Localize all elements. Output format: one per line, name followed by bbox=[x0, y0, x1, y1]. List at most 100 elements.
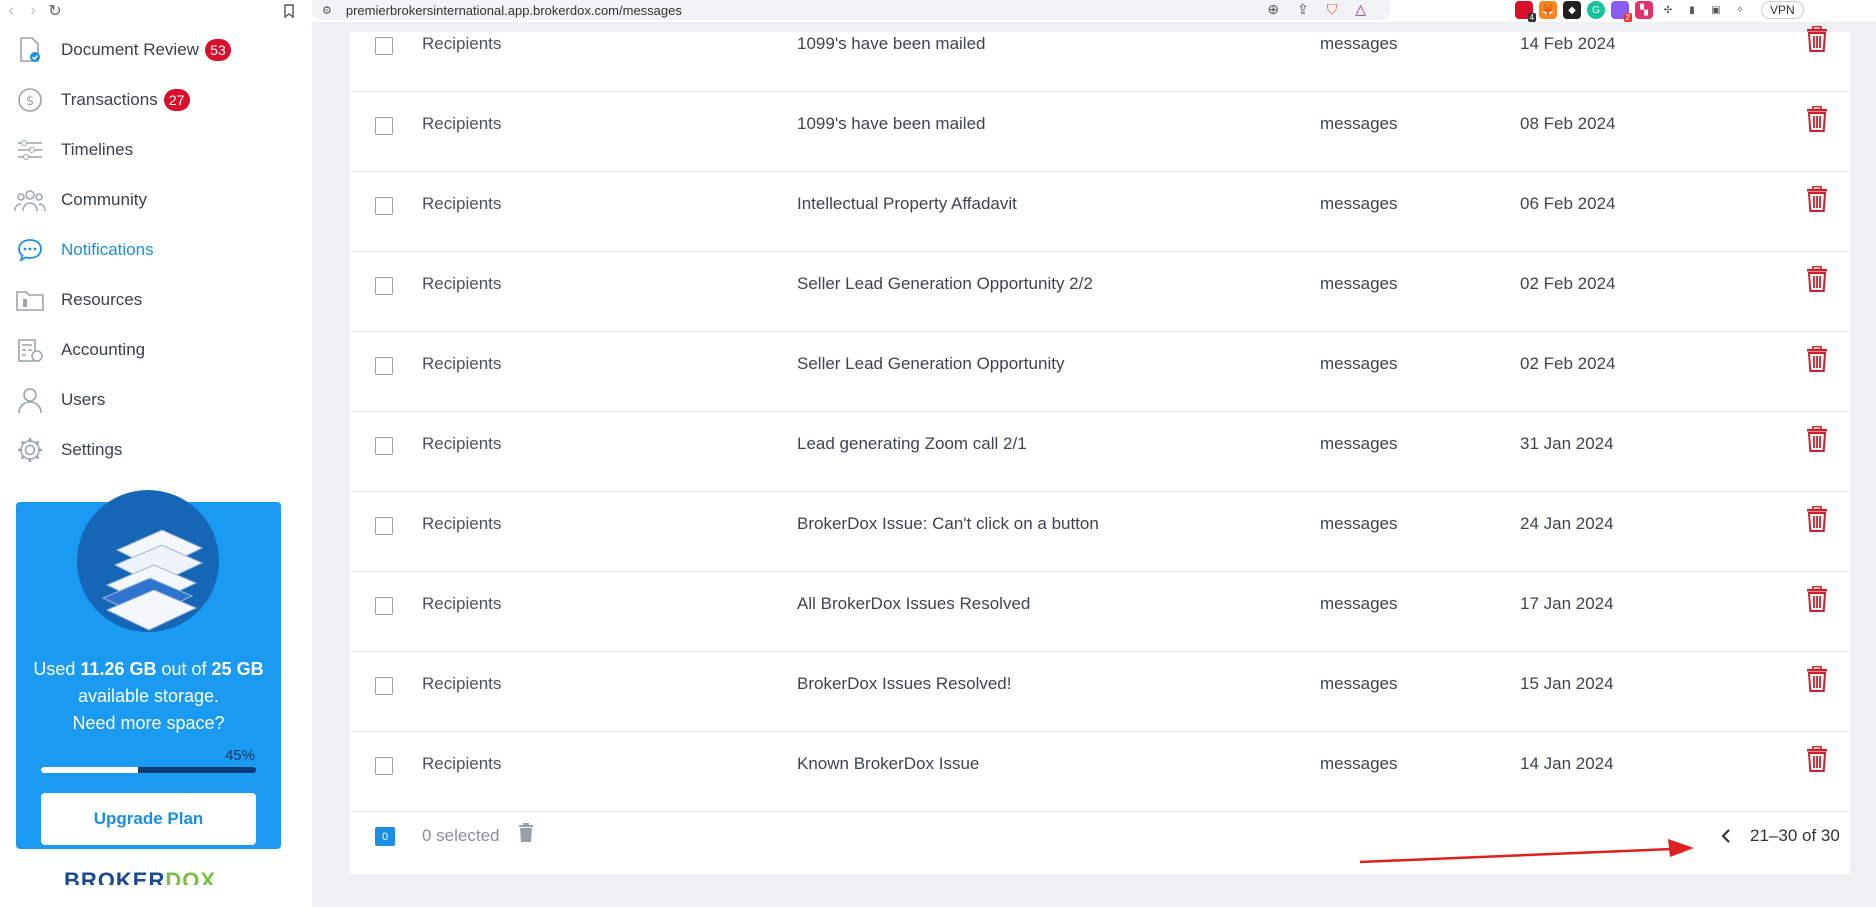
delete-icon[interactable] bbox=[1806, 505, 1828, 532]
table-footer: 0 0 selected 21–30 of 30 bbox=[350, 810, 1850, 862]
storage-usage-card: Used 11.26 GB out of 25 GB available sto… bbox=[16, 490, 281, 849]
table-row[interactable]: Recipients BrokerDox Issue: Can't click o… bbox=[350, 492, 1850, 572]
recipient-cell: Recipients bbox=[422, 434, 502, 453]
bookmark-icon[interactable] bbox=[278, 0, 300, 22]
row-checkbox[interactable] bbox=[375, 277, 393, 295]
delete-icon[interactable] bbox=[1806, 105, 1828, 132]
user-icon bbox=[14, 384, 46, 416]
folder-icon bbox=[14, 284, 46, 316]
row-checkbox[interactable] bbox=[375, 597, 393, 615]
type-cell: messages bbox=[1320, 514, 1398, 533]
messages-table: Recipients 1099's have been mailed message… bbox=[350, 25, 1850, 874]
table-row[interactable]: Recipients Lead generating Zoom call 2/1 m… bbox=[350, 412, 1850, 492]
svg-text:$: $ bbox=[26, 94, 34, 109]
table-row[interactable]: Recipients 1099's have been mailed message… bbox=[350, 12, 1850, 92]
brokerdox-logo: BROKERDOX bbox=[64, 868, 216, 885]
sidebar-item-notifications[interactable]: Notifications bbox=[14, 230, 304, 270]
sidebar-item-label: Settings bbox=[61, 440, 123, 459]
site-settings-icon[interactable]: ⚙ bbox=[322, 4, 332, 17]
storage-suffix: available storage. bbox=[77, 686, 220, 706]
storage-progress-fill bbox=[41, 767, 138, 773]
row-checkbox[interactable] bbox=[375, 437, 393, 455]
recipient-cell: Recipients bbox=[422, 114, 502, 133]
subject-cell[interactable]: Seller Lead Generation Opportunity 2/2 bbox=[797, 274, 1093, 294]
row-checkbox[interactable] bbox=[375, 677, 393, 695]
row-checkbox[interactable] bbox=[375, 37, 393, 55]
forward-icon[interactable]: › bbox=[22, 0, 44, 22]
delete-icon[interactable] bbox=[1806, 665, 1828, 692]
type-cell: messages bbox=[1320, 194, 1398, 213]
timeline-icon bbox=[14, 134, 46, 166]
sidebar-item-label: Community bbox=[61, 190, 147, 209]
type-cell: messages bbox=[1320, 34, 1398, 53]
delete-icon[interactable] bbox=[1806, 185, 1828, 212]
sidebar-item-transactions[interactable]: $ Transactions 27 bbox=[14, 80, 304, 120]
subject-cell[interactable]: All BrokerDox Issues Resolved bbox=[797, 594, 1030, 614]
row-checkbox[interactable] bbox=[375, 757, 393, 775]
subject-cell[interactable]: BrokerDox Issues Resolved! bbox=[797, 674, 1011, 694]
upgrade-plan-button[interactable]: Upgrade Plan bbox=[41, 793, 256, 845]
type-cell: messages bbox=[1320, 274, 1398, 293]
sidebar-item-label: Document Review bbox=[61, 40, 199, 59]
back-icon[interactable]: ‹ bbox=[0, 0, 22, 22]
subject-cell[interactable]: BrokerDox Issue: Can't click on a button bbox=[797, 514, 1099, 534]
date-cell: 14 Feb 2024 bbox=[1520, 34, 1616, 53]
sidebar-item-label: Users bbox=[61, 390, 106, 409]
community-icon bbox=[14, 184, 46, 216]
table-row[interactable]: Recipients Seller Lead Generation Opportu… bbox=[350, 252, 1850, 332]
sidebar-item-resources[interactable]: Resources bbox=[14, 280, 304, 320]
storage-total-value: 25 GB bbox=[211, 659, 264, 679]
subject-cell[interactable]: 1099's have been mailed bbox=[797, 114, 986, 134]
recipient-cell: Recipients bbox=[422, 34, 502, 53]
row-checkbox[interactable] bbox=[375, 517, 393, 535]
storage-percent-label: 45% bbox=[224, 747, 255, 764]
table-row[interactable]: Recipients All BrokerDox Issues Resolved m… bbox=[350, 572, 1850, 652]
row-checkbox[interactable] bbox=[375, 357, 393, 375]
bulk-delete-icon[interactable] bbox=[518, 823, 536, 845]
table-row[interactable]: Recipients Intellectual Property Affadavi… bbox=[350, 172, 1850, 252]
sidebar-item-label: Notifications bbox=[61, 240, 154, 259]
logo-text-part2: DOX bbox=[165, 868, 217, 885]
storage-usage-text: Used 11.26 GB out of 25 GB available sto… bbox=[26, 656, 271, 737]
subject-cell[interactable]: 1099's have been mailed bbox=[797, 34, 986, 54]
sidebar-item-settings[interactable]: Settings bbox=[14, 430, 304, 470]
subject-cell[interactable]: Intellectual Property Affadavit bbox=[797, 194, 1017, 214]
date-cell: 24 Jan 2024 bbox=[1520, 514, 1614, 533]
subject-cell[interactable]: Known BrokerDox Issue bbox=[797, 754, 979, 774]
storage-used-value: 11.26 GB bbox=[80, 659, 157, 679]
delete-icon[interactable] bbox=[1806, 745, 1828, 772]
dollar-icon: $ bbox=[14, 84, 46, 116]
row-checkbox[interactable] bbox=[375, 197, 393, 215]
delete-icon[interactable] bbox=[1806, 585, 1828, 612]
table-row[interactable]: Recipients 1099's have been mailed message… bbox=[350, 92, 1850, 172]
sidebar-item-accounting[interactable]: Accounting bbox=[14, 330, 304, 370]
type-cell: messages bbox=[1320, 114, 1398, 133]
sidebar-item-document-review[interactable]: Document Review 53 bbox=[14, 30, 304, 70]
notification-count-badge: 27 bbox=[163, 89, 190, 111]
table-row[interactable]: Recipients BrokerDox Issues Resolved! mess… bbox=[350, 652, 1850, 732]
selected-count-badge[interactable]: 0 bbox=[375, 827, 395, 846]
type-cell: messages bbox=[1320, 594, 1398, 613]
logo-text-part1: BROKER bbox=[64, 868, 166, 885]
reload-icon[interactable]: ↻ bbox=[44, 0, 66, 22]
table-row[interactable]: Recipients Known BrokerDox Issue messages 1… bbox=[350, 732, 1850, 812]
previous-page-button[interactable] bbox=[1716, 824, 1736, 848]
subject-cell[interactable]: Lead generating Zoom call 2/1 bbox=[797, 434, 1027, 454]
table-row[interactable]: Recipients Seller Lead Generation Opportu… bbox=[350, 332, 1850, 412]
delete-icon[interactable] bbox=[1806, 25, 1828, 52]
subject-cell[interactable]: Seller Lead Generation Opportunity bbox=[797, 354, 1064, 374]
recipient-cell: Recipients bbox=[422, 674, 502, 693]
recipient-cell: Recipients bbox=[422, 754, 502, 773]
storage-progress-bar bbox=[41, 767, 256, 773]
date-cell: 06 Feb 2024 bbox=[1520, 194, 1616, 213]
row-checkbox[interactable] bbox=[375, 117, 393, 135]
delete-icon[interactable] bbox=[1806, 345, 1828, 372]
sidebar-item-community[interactable]: Community bbox=[14, 180, 304, 220]
sidebar-item-label: Accounting bbox=[61, 340, 146, 359]
sidebar-item-users[interactable]: Users bbox=[14, 380, 304, 420]
delete-icon[interactable] bbox=[1806, 265, 1828, 292]
delete-icon[interactable] bbox=[1806, 425, 1828, 452]
sidebar-item-timelines[interactable]: Timelines bbox=[14, 130, 304, 170]
date-cell: 17 Jan 2024 bbox=[1520, 594, 1614, 613]
type-cell: messages bbox=[1320, 434, 1398, 453]
